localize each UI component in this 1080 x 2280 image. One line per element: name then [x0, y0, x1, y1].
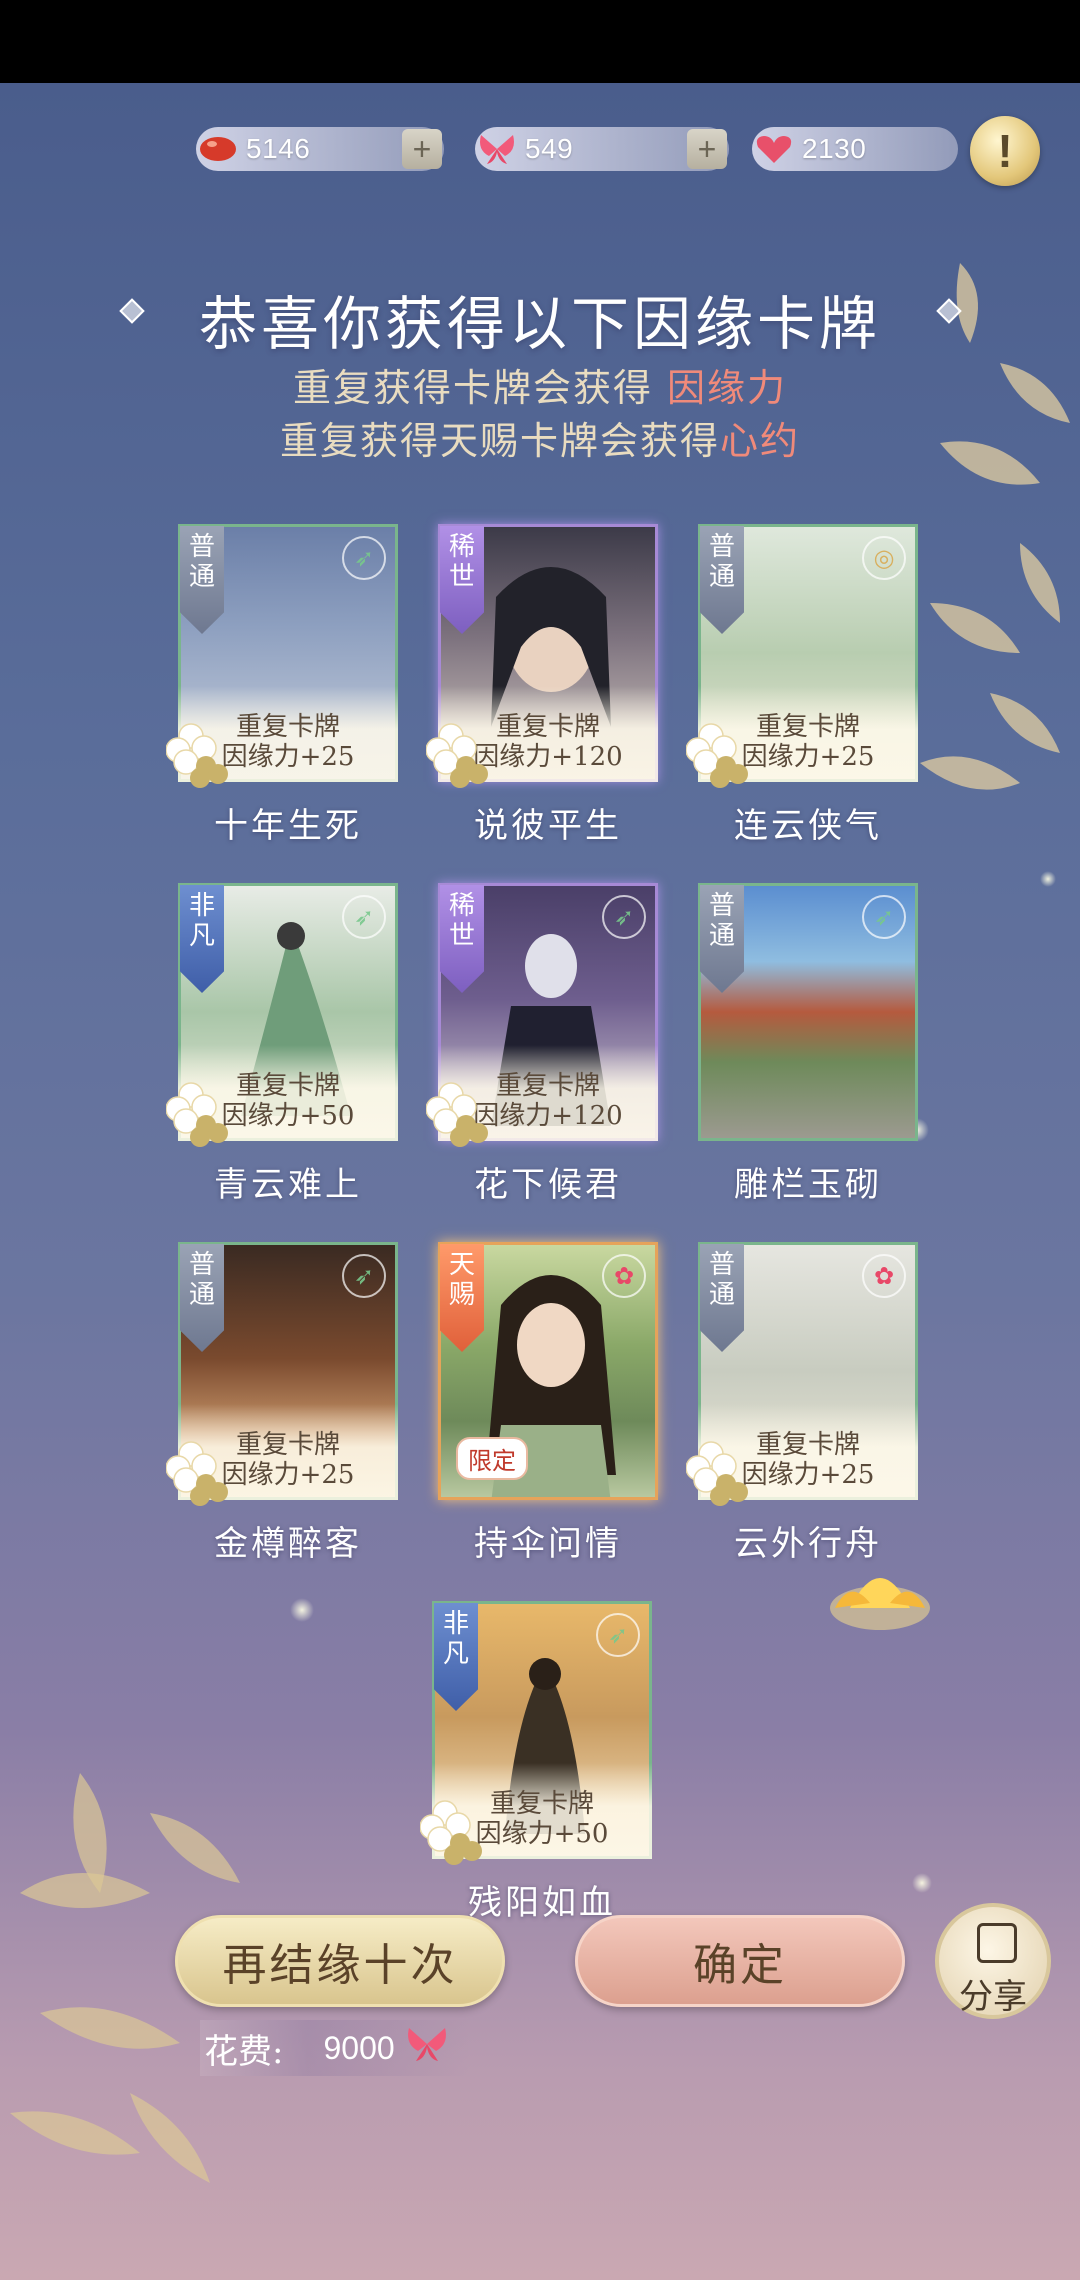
card-name: 连云侠气 [734, 806, 882, 846]
card-5[interactable]: 稀世 ➶ 重复卡牌 因缘力+120 花下候君 [426, 883, 658, 1205]
card-9[interactable]: 普通 ✿ 重复卡牌 因缘力+25 云外行舟 [686, 1242, 918, 1564]
subtitle-line-1: 重复获得卡牌会获得 因缘力 [0, 357, 1080, 412]
currency-red-bean: 5146 + [196, 127, 444, 171]
butterfly-value: 549 [525, 133, 574, 164]
share-button[interactable]: 分享 [935, 1903, 1051, 2019]
rank-badge: 稀世 [440, 526, 484, 634]
rank-badge: 非凡 [434, 1603, 478, 1711]
rank-badge: 普通 [700, 885, 744, 993]
card-3[interactable]: 普通 ◎ 重复卡牌 因缘力+25 连云侠气 [686, 524, 918, 846]
butterfly-icon [475, 127, 519, 171]
card-name: 青云难上 [214, 1165, 362, 1205]
flower-icon [686, 1441, 748, 1506]
rank-badge: 普通 [180, 1244, 224, 1352]
subtitle-line-1-text: 重复获得卡牌会获得 [292, 366, 668, 410]
sparkle [1040, 871, 1056, 887]
rank-badge: 非凡 [180, 885, 224, 993]
info-button[interactable]: ! [970, 116, 1040, 186]
sparkle [290, 1598, 314, 1622]
red-bean-icon [196, 127, 240, 171]
flower-icon [420, 1800, 482, 1865]
card-name: 十年生死 [214, 806, 362, 846]
card-name: 雕栏玉砌 [734, 1165, 882, 1205]
flower-emblem-icon: ✿ [602, 1254, 646, 1298]
flower-icon [166, 1082, 228, 1147]
card-4[interactable]: 非凡 ➶ 重复卡牌 因缘力+50 青云难上 [166, 883, 398, 1205]
share-label: 分享 [959, 1977, 1027, 2017]
bow-icon: ➶ [342, 1254, 386, 1298]
heart-value: 2130 [802, 133, 867, 164]
currency-butterfly: 549 + [475, 127, 729, 171]
card-6[interactable]: 普通 ➶ 雕栏玉砌 [698, 883, 918, 1205]
flower-emblem-icon: ✿ [862, 1254, 906, 1298]
subtitle-line-1-highlight: 因缘力 [667, 366, 788, 410]
bow-icon: ➶ [862, 895, 906, 939]
add-butterfly-button[interactable]: + [687, 129, 727, 169]
confirm-button[interactable]: 确定 [575, 1915, 905, 2007]
sparkle [912, 1873, 932, 1893]
card-7[interactable]: 普通 ➶ 重复卡牌 因缘力+25 金樽醉客 [166, 1242, 398, 1564]
card-name: 说彼平生 [474, 806, 622, 846]
subtitle-line-2: 重复获得天赐卡牌会获得心约 [0, 410, 1080, 465]
rank-badge: 普通 [700, 1244, 744, 1352]
card-10[interactable]: 非凡 ➶ 重复卡牌 因缘力+50 残阳如血 [420, 1601, 652, 1923]
rank-badge: 天赐 [440, 1244, 484, 1352]
flower-icon [426, 723, 488, 788]
bow-icon: ➶ [342, 536, 386, 580]
flower-icon [166, 723, 228, 788]
card-name: 云外行舟 [734, 1524, 882, 1564]
rank-badge: 普通 [700, 526, 744, 634]
butterfly-icon [405, 2024, 449, 2073]
flower-icon [166, 1441, 228, 1506]
red-bean-value: 5146 [246, 133, 311, 164]
subtitle-line-2-text: 重复获得天赐卡牌会获得 [279, 419, 720, 463]
limited-tag: 限定 [456, 1437, 528, 1480]
share-icon [977, 1923, 1017, 1963]
card-1[interactable]: 普通 ➶ 重复卡牌 因缘力+25 十年生死 [166, 524, 398, 846]
status-bar [0, 0, 1080, 83]
heart-icon [752, 127, 796, 171]
cost-display: 花费: 9000 [200, 2020, 469, 2076]
card-8[interactable]: 天赐 ✿ 限定 持伞问情 [438, 1242, 658, 1564]
currency-heart: 2130 [752, 127, 958, 171]
card-name: 花下候君 [474, 1165, 622, 1205]
draw-again-button[interactable]: 再结缘十次 [175, 1915, 505, 2007]
rank-badge: 稀世 [440, 885, 484, 993]
coin-icon: ◎ [862, 536, 906, 580]
bow-icon: ➶ [596, 1613, 640, 1657]
card-name: 持伞问情 [474, 1524, 622, 1564]
card-2[interactable]: 稀世 重复卡牌 因缘力+120 说彼平生 [426, 524, 658, 846]
card-name: 金樽醉客 [214, 1524, 362, 1564]
cost-label: 花费: [204, 2031, 284, 2072]
cost-value: 9000 [323, 2029, 395, 2066]
subtitle-line-2-highlight: 心约 [720, 419, 801, 463]
page-title: 恭喜你获得以下因缘卡牌 [198, 290, 881, 358]
bow-icon: ➶ [342, 895, 386, 939]
lotus-lantern-icon [830, 1578, 930, 1630]
bow-icon: ➶ [602, 895, 646, 939]
flower-icon [686, 723, 748, 788]
rank-badge: 普通 [180, 526, 224, 634]
flower-icon [426, 1082, 488, 1147]
add-red-bean-button[interactable]: + [402, 129, 442, 169]
